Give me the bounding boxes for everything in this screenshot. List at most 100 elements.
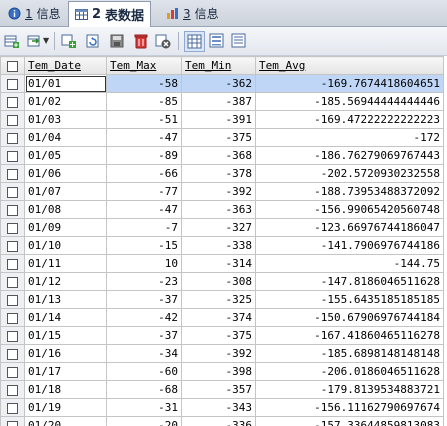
copy-icon[interactable] [59, 31, 78, 50]
cell-tem-avg[interactable]: -172 [255, 128, 444, 147]
table-row[interactable]: 01/01 -58 -362 -169.7674418604651 [0, 74, 444, 93]
cell-tem-avg[interactable]: -156.11162790697674 [255, 398, 444, 417]
cell-tem-avg[interactable]: -185.56944444444446 [255, 92, 444, 111]
row-checkbox[interactable] [0, 308, 25, 327]
tab-info-3[interactable]: 3 信息 [160, 2, 225, 25]
cell-tem-avg[interactable]: -123.66976744186047 [255, 218, 444, 237]
cell-tem-max[interactable]: -51 [106, 110, 182, 129]
cell-tem-avg[interactable]: -147.8186046511628 [255, 272, 444, 291]
cell-tem-date[interactable]: 01/07 [24, 182, 107, 201]
form-view-icon[interactable] [207, 31, 226, 50]
cell-tem-max[interactable]: -23 [106, 272, 182, 291]
cell-tem-date[interactable]: 01/10 [24, 236, 107, 255]
cell-tem-max[interactable]: -20 [106, 416, 182, 426]
cell-tem-min[interactable]: -362 [181, 74, 256, 93]
row-checkbox[interactable] [0, 146, 25, 165]
cell-tem-avg[interactable]: -186.76279069767443 [255, 146, 444, 165]
cell-tem-max[interactable]: -68 [106, 380, 182, 399]
cell-tem-max[interactable]: -42 [106, 308, 182, 327]
cell-tem-date[interactable]: 01/13 [24, 290, 107, 309]
cell-tem-min[interactable]: -387 [181, 92, 256, 111]
table-row[interactable]: 01/15 -37 -375 -167.41860465116278 [0, 326, 444, 345]
cancel-icon[interactable] [153, 31, 172, 50]
cell-tem-avg[interactable]: -169.7674418604651 [255, 74, 444, 93]
cell-tem-min[interactable]: -327 [181, 218, 256, 237]
cell-tem-avg[interactable]: -185.6898148148148 [255, 344, 444, 363]
cell-tem-date[interactable]: 01/12 [24, 272, 107, 291]
cell-tem-avg[interactable]: -167.41860465116278 [255, 326, 444, 345]
cell-tem-max[interactable]: -66 [106, 164, 182, 183]
cell-tem-avg[interactable]: -206.0186046511628 [255, 362, 444, 381]
cell-tem-date[interactable]: 01/04 [24, 128, 107, 147]
table-row[interactable]: 01/20 -20 -336 -157.33644859813083 [0, 416, 444, 426]
cell-tem-min[interactable]: -374 [181, 308, 256, 327]
refresh-icon[interactable] [83, 31, 102, 50]
cell-tem-avg[interactable]: -157.33644859813083 [255, 416, 444, 426]
cell-tem-min[interactable]: -308 [181, 272, 256, 291]
cell-tem-max[interactable]: -7 [106, 218, 182, 237]
cell-tem-min[interactable]: -325 [181, 290, 256, 309]
cell-tem-max[interactable]: -47 [106, 128, 182, 147]
table-row[interactable]: 01/16 -34 -392 -185.6898148148148 [0, 344, 444, 363]
cell-tem-date[interactable]: 01/05 [24, 146, 107, 165]
table-row[interactable]: 01/07 -77 -392 -188.73953488372092 [0, 182, 444, 201]
column-header-tem-date[interactable]: Tem_Date [24, 56, 107, 75]
cell-tem-date[interactable]: 01/14 [24, 308, 107, 327]
table-row[interactable]: 01/12 -23 -308 -147.8186046511628 [0, 272, 444, 291]
cell-tem-avg[interactable]: -155.6435185185185 [255, 290, 444, 309]
table-row[interactable]: 01/17 -60 -398 -206.0186046511628 [0, 362, 444, 381]
row-checkbox[interactable] [0, 200, 25, 219]
cell-tem-avg[interactable]: -141.7906976744186 [255, 236, 444, 255]
row-checkbox[interactable] [0, 290, 25, 309]
cell-tem-min[interactable]: -392 [181, 344, 256, 363]
cell-tem-avg[interactable]: -202.5720930232558 [255, 164, 444, 183]
save-icon[interactable] [107, 31, 126, 50]
cell-tem-max[interactable]: -85 [106, 92, 182, 111]
row-checkbox[interactable] [0, 380, 25, 399]
add-row-icon[interactable] [2, 31, 21, 50]
cell-tem-max[interactable]: -37 [106, 290, 182, 309]
cell-tem-max[interactable]: -31 [106, 398, 182, 417]
grid-view-icon[interactable] [184, 31, 205, 52]
cell-tem-avg[interactable]: -144.75 [255, 254, 444, 273]
select-all-checkbox[interactable] [0, 56, 25, 75]
cell-tem-min[interactable]: -391 [181, 110, 256, 129]
cell-tem-max[interactable]: -15 [106, 236, 182, 255]
table-row[interactable]: 01/13 -37 -325 -155.6435185185185 [0, 290, 444, 309]
cell-tem-date[interactable]: 01/08 [24, 200, 107, 219]
table-row[interactable]: 01/02 -85 -387 -185.56944444444446 [0, 92, 444, 111]
cell-tem-max[interactable]: -89 [106, 146, 182, 165]
cell-tem-date[interactable]: 01/01 [24, 74, 107, 93]
cell-tem-date[interactable]: 01/03 [24, 110, 107, 129]
cell-tem-avg[interactable]: -188.73953488372092 [255, 182, 444, 201]
row-checkbox[interactable] [0, 110, 25, 129]
cell-tem-max[interactable]: -77 [106, 182, 182, 201]
cell-tem-min[interactable]: -392 [181, 182, 256, 201]
cell-tem-min[interactable]: -338 [181, 236, 256, 255]
table-row[interactable]: 01/08 -47 -363 -156.99065420560748 [0, 200, 444, 219]
cell-tem-date[interactable]: 01/15 [24, 326, 107, 345]
table-row[interactable]: 01/14 -42 -374 -150.67906976744184 [0, 308, 444, 327]
row-checkbox[interactable] [0, 164, 25, 183]
row-checkbox[interactable] [0, 254, 25, 273]
cell-tem-min[interactable]: -357 [181, 380, 256, 399]
row-checkbox[interactable] [0, 398, 25, 417]
cell-tem-date[interactable]: 01/11 [24, 254, 107, 273]
cell-tem-avg[interactable]: -156.99065420560748 [255, 200, 444, 219]
table-row[interactable]: 01/11 10 -314 -144.75 [0, 254, 444, 273]
cell-tem-date[interactable]: 01/16 [24, 344, 107, 363]
cell-tem-avg[interactable]: -150.67906976744184 [255, 308, 444, 327]
cell-tem-min[interactable]: -375 [181, 326, 256, 345]
column-header-tem-avg[interactable]: Tem_Avg [255, 56, 444, 75]
cell-tem-min[interactable]: -314 [181, 254, 256, 273]
cell-tem-date[interactable]: 01/06 [24, 164, 107, 183]
cell-tem-avg[interactable]: -169.47222222222223 [255, 110, 444, 129]
cell-tem-max[interactable]: -47 [106, 200, 182, 219]
tab-info-1[interactable]: 1 信息 [2, 2, 67, 25]
table-row[interactable]: 01/09 -7 -327 -123.66976744186047 [0, 218, 444, 237]
import-icon[interactable] [24, 31, 43, 50]
cell-tem-min[interactable]: -378 [181, 164, 256, 183]
cell-tem-date[interactable]: 01/18 [24, 380, 107, 399]
table-row[interactable]: 01/03 -51 -391 -169.47222222222223 [0, 110, 444, 129]
cell-tem-date[interactable]: 01/19 [24, 398, 107, 417]
